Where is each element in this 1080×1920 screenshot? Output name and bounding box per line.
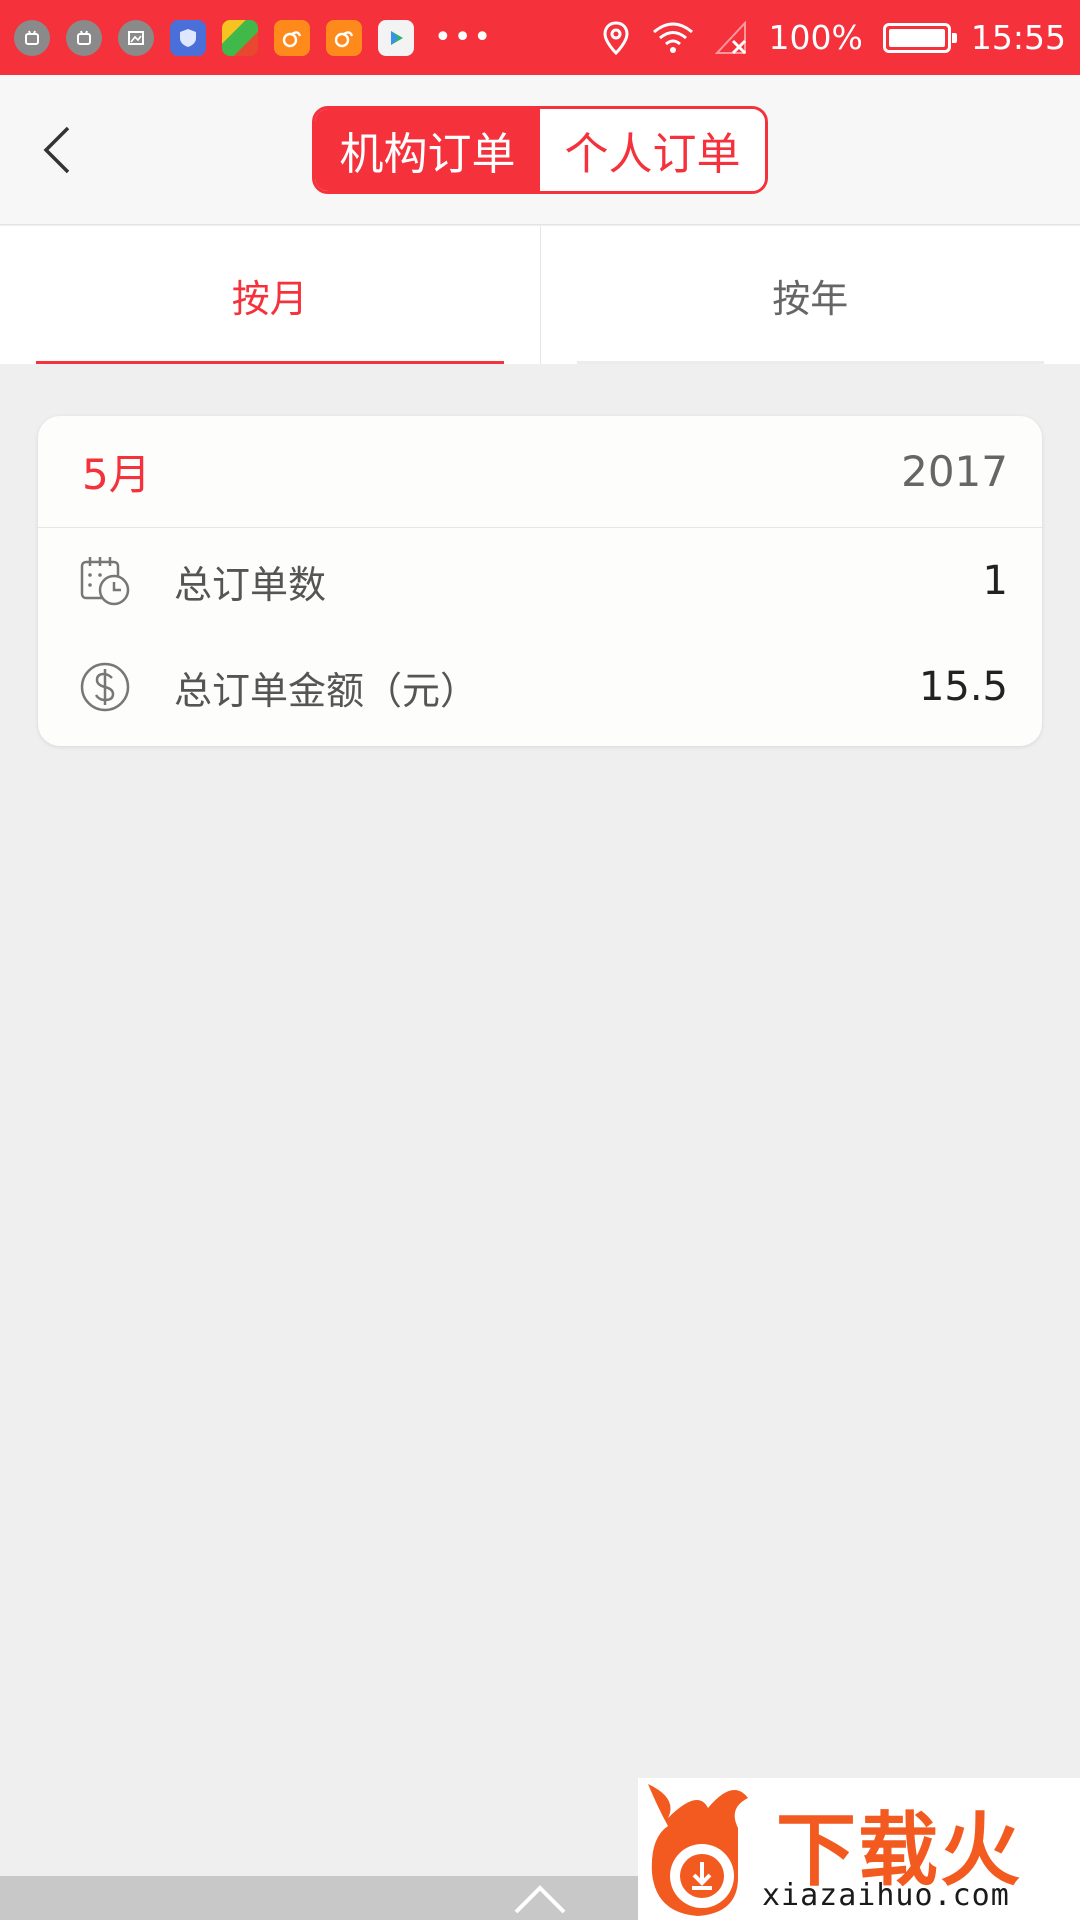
card-header: 5月 2017 bbox=[38, 416, 1042, 528]
tab-indicator bbox=[36, 361, 504, 364]
title-bar: 机构订单 个人订单 bbox=[0, 75, 1080, 225]
flame-logo-icon bbox=[648, 1784, 748, 1916]
uc-browser-icon bbox=[274, 19, 310, 56]
total-orders-row: 总订单数 1 bbox=[38, 528, 1042, 634]
tab-label: 按年 bbox=[772, 276, 849, 321]
tab-indicator bbox=[576, 361, 1044, 364]
total-amount-row: 总订单金额（元） 15.5 bbox=[38, 634, 1042, 740]
total-orders-value: 1 bbox=[982, 558, 1008, 604]
battery-icon bbox=[882, 22, 957, 53]
battery-level bbox=[888, 28, 945, 47]
watermark-logo: 下载火 xiazaihuo.com bbox=[638, 1778, 1080, 1920]
status-bar: ••• 100% 15:55 bbox=[0, 0, 1080, 75]
order-summary-card: 5月 2017 总订单数 1 总订单金额（元） 15.5 bbox=[38, 416, 1042, 746]
tab-by-month[interactable]: 按月 bbox=[0, 226, 540, 364]
app-store-icon bbox=[222, 19, 258, 56]
no-signal-icon bbox=[714, 20, 746, 54]
watermark-url: xiazaihuo.com bbox=[762, 1878, 1010, 1913]
notification-icons: ••• bbox=[14, 19, 494, 56]
screenshot-icon bbox=[118, 19, 154, 56]
clock: 15:55 bbox=[970, 18, 1066, 57]
android-notification-icon bbox=[14, 19, 50, 56]
system-status: 100% 15:55 bbox=[601, 18, 1066, 57]
play-store-icon bbox=[378, 19, 414, 56]
segment-institution-orders[interactable]: 机构订单 bbox=[315, 109, 540, 191]
dollar-coin-icon bbox=[80, 662, 130, 712]
total-amount-label: 总订单金额（元） bbox=[174, 668, 479, 713]
segment-personal-orders[interactable]: 个人订单 bbox=[540, 109, 765, 191]
calendar-clock-icon bbox=[80, 557, 130, 606]
card-month: 5月 bbox=[82, 450, 151, 499]
uc-browser-icon bbox=[326, 19, 362, 56]
wifi-icon bbox=[652, 22, 693, 53]
tab-label: 按月 bbox=[231, 276, 308, 321]
android-notification-icon bbox=[66, 19, 102, 56]
period-tabs: 按月 按年 bbox=[0, 226, 1080, 364]
back-button[interactable] bbox=[22, 115, 92, 185]
chevron-up-icon[interactable] bbox=[512, 1882, 568, 1916]
battery-percent: 100% bbox=[768, 18, 863, 57]
total-orders-label: 总订单数 bbox=[174, 562, 327, 607]
chevron-left-icon bbox=[43, 126, 70, 174]
location-icon bbox=[603, 20, 629, 55]
more-notifications-icon: ••• bbox=[434, 19, 494, 55]
order-type-segment: 机构订单 个人订单 bbox=[312, 106, 768, 194]
card-year: 2017 bbox=[901, 447, 1008, 496]
shield-icon bbox=[170, 19, 206, 56]
total-amount-value: 15.5 bbox=[918, 664, 1008, 710]
tab-by-year[interactable]: 按年 bbox=[539, 226, 1080, 364]
